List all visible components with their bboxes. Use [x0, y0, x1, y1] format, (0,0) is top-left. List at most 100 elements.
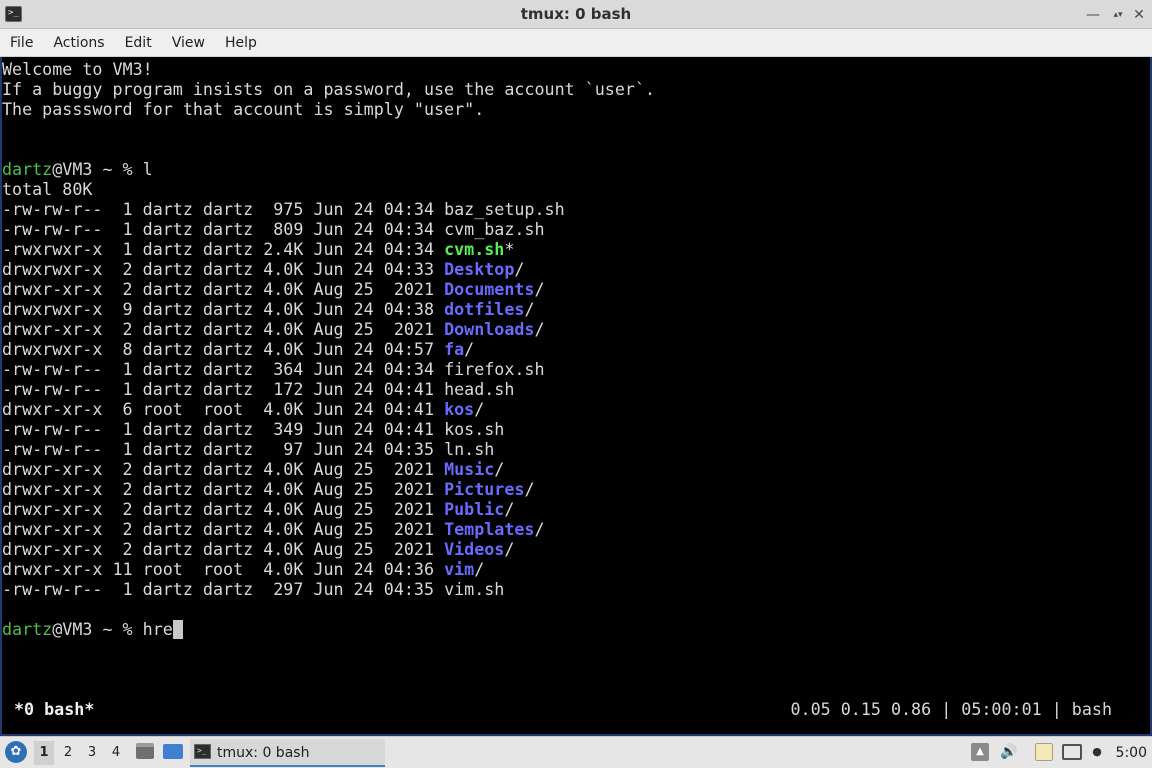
- file-suffix: /: [514, 259, 525, 279]
- listing-row: -rw-rw-r-- 1 dartz dartz 349 Jun 24 04:4…: [2, 419, 504, 439]
- file-meta: drwxrwxr-x 8 dartz dartz 4.0K Jun 24 04:…: [2, 339, 445, 359]
- tmux-window-status[interactable]: *0 bash*: [14, 699, 94, 719]
- file-meta: drwxrwxr-x 2 dartz dartz 4.0K Jun 24 04:…: [2, 259, 445, 279]
- file-manager-icon[interactable]: [136, 743, 154, 759]
- menu-edit[interactable]: Edit: [125, 29, 152, 57]
- file-meta: -rw-rw-r-- 1 dartz dartz 975 Jun 24 04:3…: [2, 199, 445, 219]
- file-suffix: /: [534, 279, 545, 299]
- tmux-status-right: 0.05 0.15 0.86 | 05:00:01 | bash: [790, 699, 1113, 719]
- workspace-1[interactable]: 1: [34, 741, 54, 765]
- file-meta: drwxr-xr-x 2 dartz dartz 4.0K Aug 25 202…: [2, 479, 445, 499]
- maximize-icon[interactable]: ▴▾: [1108, 5, 1128, 25]
- file-name: vim.sh: [444, 579, 505, 599]
- file-name: dotfiles: [444, 299, 525, 319]
- network-icon[interactable]: [1062, 744, 1082, 760]
- listing-row: drwxrwxr-x 2 dartz dartz 4.0K Jun 24 04:…: [2, 259, 524, 279]
- file-name: cvm_baz.sh: [444, 219, 545, 239]
- file-suffix: *: [504, 239, 515, 259]
- file-meta: -rw-rw-r-- 1 dartz dartz 809 Jun 24 04:3…: [2, 219, 445, 239]
- listing-row: drwxr-xr-x 2 dartz dartz 4.0K Aug 25 202…: [2, 539, 514, 559]
- file-suffix: /: [534, 319, 545, 339]
- file-suffix: /: [524, 479, 535, 499]
- file-name: kos.sh: [444, 419, 505, 439]
- file-name: ln.sh: [444, 439, 495, 459]
- file-meta: -rw-rw-r-- 1 dartz dartz 349 Jun 24 04:4…: [2, 419, 445, 439]
- command-text: l: [142, 159, 153, 179]
- prompt-user: dartz: [2, 619, 53, 639]
- listing-row: drwxrwxr-x 8 dartz dartz 4.0K Jun 24 04:…: [2, 339, 474, 359]
- text-cursor: [172, 620, 183, 639]
- show-desktop-icon[interactable]: [163, 744, 183, 759]
- listing-row: drwxr-xr-x 2 dartz dartz 4.0K Aug 25 202…: [2, 319, 545, 339]
- prompt-host: @VM3 ~ %: [52, 159, 143, 179]
- listing-row: -rw-rw-r-- 1 dartz dartz 297 Jun 24 04:3…: [2, 579, 504, 599]
- file-meta: -rwxrwxr-x 1 dartz dartz 2.4K Jun 24 04:…: [2, 239, 445, 259]
- file-meta: -rw-rw-r-- 1 dartz dartz 97 Jun 24 04:35: [2, 439, 445, 459]
- workspace-2[interactable]: 2: [58, 741, 78, 765]
- listing-row: -rwxrwxr-x 1 dartz dartz 2.4K Jun 24 04:…: [2, 239, 514, 259]
- file-name: Templates: [444, 519, 535, 539]
- notes-icon[interactable]: [1035, 743, 1053, 761]
- file-suffix: /: [524, 299, 535, 319]
- clipboard-icon[interactable]: ▲: [971, 743, 989, 761]
- file-meta: drwxr-xr-x 2 dartz dartz 4.0K Aug 25 202…: [2, 539, 445, 559]
- listing-row: -rw-rw-r-- 1 dartz dartz 364 Jun 24 04:3…: [2, 359, 545, 379]
- volume-icon[interactable]: 🔊: [999, 743, 1019, 761]
- listing-total: total 80K: [2, 179, 93, 199]
- file-meta: drwxrwxr-x 9 dartz dartz 4.0K Jun 24 04:…: [2, 299, 445, 319]
- file-meta: drwxr-xr-x 2 dartz dartz 4.0K Aug 25 202…: [2, 499, 445, 519]
- file-name: Music: [444, 459, 495, 479]
- start-menu-icon[interactable]: ✿: [5, 741, 27, 763]
- workspace-4[interactable]: 4: [106, 741, 126, 765]
- file-name: firefox.sh: [444, 359, 545, 379]
- menu-view[interactable]: View: [172, 29, 205, 57]
- listing-row: -rw-rw-r-- 1 dartz dartz 172 Jun 24 04:4…: [2, 379, 514, 399]
- file-meta: -rw-rw-r-- 1 dartz dartz 364 Jun 24 04:3…: [2, 359, 445, 379]
- file-name: kos: [444, 399, 475, 419]
- file-suffix: /: [474, 399, 485, 419]
- menu-actions[interactable]: Actions: [53, 29, 104, 57]
- file-name: fa: [444, 339, 465, 359]
- file-name: Pictures: [444, 479, 525, 499]
- menu-file[interactable]: File: [10, 29, 33, 57]
- listing-row: drwxr-xr-x 11 root root 4.0K Jun 24 04:3…: [2, 559, 484, 579]
- clock[interactable]: 5:00: [1116, 737, 1147, 768]
- taskbar-task-terminal[interactable]: >_ tmux: 0 bash: [190, 739, 385, 767]
- prompt-line: dartz@VM3 ~ % l: [2, 159, 153, 179]
- terminal-area[interactable]: Welcome to VM3! If a buggy program insis…: [2, 59, 1150, 734]
- terminal-icon: >_: [194, 744, 211, 759]
- file-name: cvm.sh: [444, 239, 505, 259]
- file-suffix: /: [534, 519, 545, 539]
- listing-row: -rw-rw-r-- 1 dartz dartz 97 Jun 24 04:35…: [2, 439, 494, 459]
- file-suffix: /: [474, 559, 485, 579]
- file-name: Videos: [444, 539, 505, 559]
- file-name: head.sh: [444, 379, 515, 399]
- file-name: Public: [444, 499, 505, 519]
- file-name: Desktop: [444, 259, 515, 279]
- file-meta: drwxr-xr-x 2 dartz dartz 4.0K Aug 25 202…: [2, 279, 445, 299]
- window-titlebar[interactable]: >_ tmux: 0 bash — ▴▾ ✕: [0, 0, 1152, 29]
- task-label: tmux: 0 bash: [217, 745, 310, 761]
- taskbar: ✿ 1 2 3 4 >_ tmux: 0 bash ▲ 🔊 ● 5:00: [0, 736, 1152, 768]
- notification-icon[interactable]: ●: [1089, 743, 1105, 761]
- minimize-icon[interactable]: —: [1083, 5, 1103, 25]
- listing-row: drwxr-xr-x 2 dartz dartz 4.0K Aug 25 202…: [2, 459, 504, 479]
- listing-row: drwxr-xr-x 2 dartz dartz 4.0K Aug 25 202…: [2, 499, 514, 519]
- menu-help[interactable]: Help: [225, 29, 257, 57]
- listing-row: drwxr-xr-x 6 root root 4.0K Jun 24 04:41…: [2, 399, 484, 419]
- listing-row: -rw-rw-r-- 1 dartz dartz 975 Jun 24 04:3…: [2, 199, 565, 219]
- file-meta: drwxr-xr-x 6 root root 4.0K Jun 24 04:41: [2, 399, 445, 419]
- file-name: baz_setup.sh: [444, 199, 565, 219]
- file-suffix: /: [504, 539, 515, 559]
- listing-row: -rw-rw-r-- 1 dartz dartz 809 Jun 24 04:3…: [2, 219, 545, 239]
- menu-bar: File Actions Edit View Help: [0, 29, 1152, 57]
- prompt-host: @VM3 ~ %: [52, 619, 143, 639]
- listing-row: drwxr-xr-x 2 dartz dartz 4.0K Aug 25 202…: [2, 279, 545, 299]
- close-icon[interactable]: ✕: [1129, 5, 1149, 25]
- motd-line: If a buggy program insists on a password…: [2, 79, 656, 99]
- file-suffix: /: [494, 459, 505, 479]
- command-input[interactable]: hre: [143, 619, 173, 639]
- workspace-3[interactable]: 3: [82, 741, 102, 765]
- motd-line: The passsword for that account is simply…: [2, 99, 485, 119]
- listing-row: drwxrwxr-x 9 dartz dartz 4.0K Jun 24 04:…: [2, 299, 534, 319]
